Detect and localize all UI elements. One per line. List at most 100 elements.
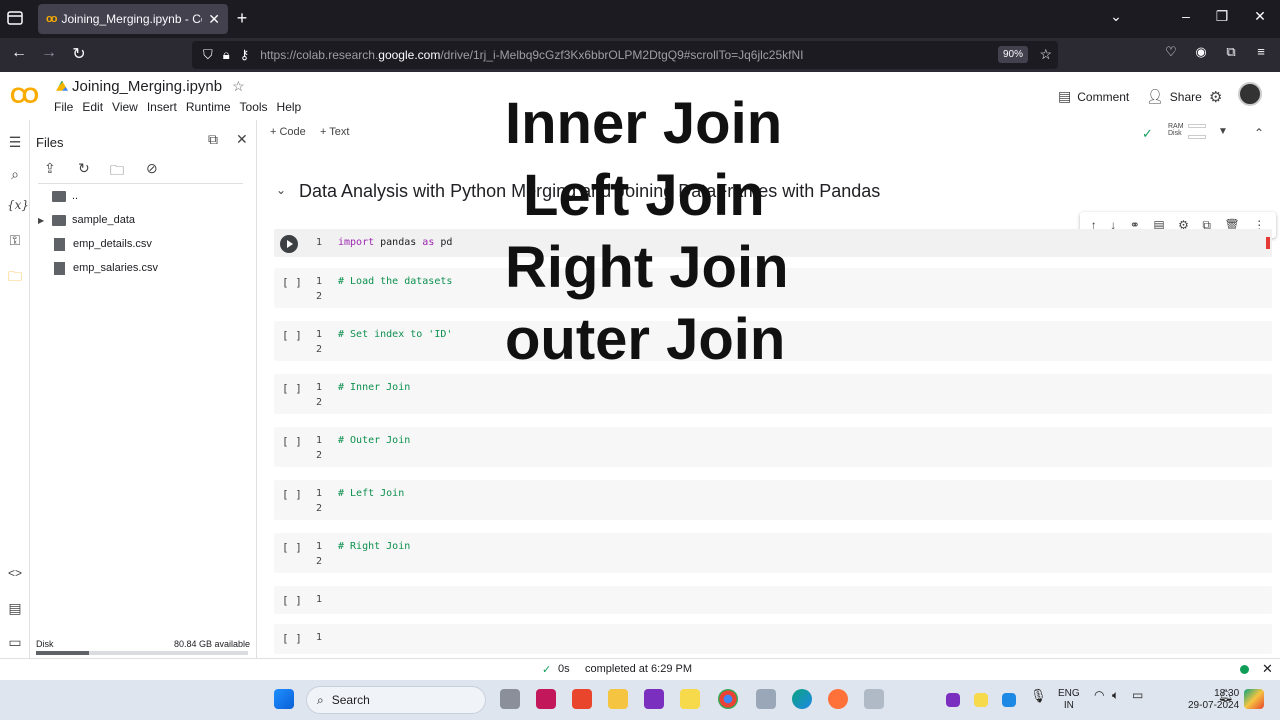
notepad-icon[interactable]	[756, 689, 776, 709]
runtime-dropdown-icon[interactable]: ▼	[1218, 126, 1228, 137]
code-cell[interactable]: [ ] 1 2 # Outer Join	[274, 427, 1272, 467]
cell-run-bracket[interactable]: [ ]	[282, 594, 302, 607]
file-item-emp-details[interactable]: emp_details.csv	[38, 236, 152, 252]
collapse-chevron-icon[interactable]: ⌃	[1254, 126, 1264, 140]
snipping-tool-icon[interactable]	[864, 689, 884, 709]
refresh-icon[interactable]: ↻	[78, 160, 90, 177]
code-cell[interactable]: [ ] 1 2 # Inner Join	[274, 374, 1272, 414]
file-explorer-icon[interactable]	[608, 689, 628, 709]
tray-defender-icon[interactable]	[1002, 693, 1016, 707]
add-code-button[interactable]: + Code	[270, 126, 306, 138]
start-windows-icon[interactable]	[274, 689, 294, 709]
tray-sticky-icon[interactable]	[974, 693, 988, 707]
chrome-icon[interactable]	[718, 689, 738, 709]
app-icon[interactable]	[536, 689, 556, 709]
ram-disk-indicator[interactable]: RAM Disk	[1168, 123, 1184, 137]
code-cell[interactable]: [ ] 1	[274, 624, 1272, 654]
cell-code[interactable]: # Right Join	[338, 541, 410, 552]
maximize-icon[interactable]: ❐	[1212, 8, 1232, 25]
account-icon[interactable]: ◉	[1190, 44, 1212, 60]
menu-runtime[interactable]: Runtime	[186, 100, 231, 114]
avatar[interactable]	[1238, 82, 1262, 106]
onenote-icon[interactable]	[644, 689, 664, 709]
table-of-contents-icon[interactable]: ☰	[7, 134, 23, 151]
cell-code[interactable]: # Left Join	[338, 488, 404, 499]
pocket-icon[interactable]: ♡	[1160, 44, 1182, 60]
cell-run-bracket[interactable]: [ ]	[282, 541, 302, 554]
cell-run-bracket[interactable]: [ ]	[282, 632, 302, 645]
file-item-sample-data[interactable]: ▶ sample_data	[38, 212, 135, 228]
taskbar-search[interactable]: ⌕ Search	[306, 686, 486, 714]
search-icon[interactable]: ⌕	[7, 166, 23, 183]
copilot-icon[interactable]	[1244, 689, 1264, 709]
open-in-tab-icon[interactable]: ⧉	[208, 131, 218, 148]
menu-icon[interactable]: ≡	[1250, 44, 1272, 59]
expand-arrow-icon[interactable]: ▶	[38, 216, 52, 225]
upload-icon[interactable]: ⇪	[44, 160, 56, 177]
firefox-icon[interactable]	[828, 689, 848, 709]
files-folder-icon[interactable]: 🗀︎	[7, 266, 23, 290]
battery-icon[interactable]: ▭	[1132, 688, 1143, 702]
back-icon[interactable]: ←	[8, 44, 30, 62]
cell-code[interactable]: # Inner Join	[338, 382, 410, 393]
tray-onenote-icon[interactable]	[946, 693, 960, 707]
url-bar[interactable]: ⛉ 🔒︎ ⚷ https://colab.research.google.com…	[192, 41, 1058, 69]
mount-drive-icon[interactable]: 🗀︎	[110, 160, 124, 184]
cell-run-bracket[interactable]: [ ]	[282, 488, 302, 501]
browser-tab[interactable]: oo Joining_Merging.ipynb - Colab ✕	[38, 4, 228, 34]
brave-browser-icon[interactable]	[572, 689, 592, 709]
cell-run-bracket[interactable]: [ ]	[282, 435, 302, 448]
cell-code[interactable]: # Outer Join	[338, 435, 410, 446]
code-cell[interactable]: [ ] 1	[274, 586, 1272, 614]
menu-tools[interactable]: Tools	[240, 100, 268, 114]
shield-icon[interactable]: ⛉	[203, 47, 213, 63]
terminal-icon[interactable]: ▭	[7, 634, 23, 651]
collapse-section-icon[interactable]: ⌄	[276, 183, 286, 197]
sticky-notes-icon[interactable]	[680, 689, 700, 709]
settings-gear-icon[interactable]: ⚙	[1209, 88, 1222, 106]
volume-icon[interactable]: 🔈︎	[1112, 688, 1119, 703]
star-icon[interactable]: ☆	[232, 78, 245, 95]
comment-button[interactable]: ▤ Comment	[1058, 88, 1129, 105]
menu-insert[interactable]: Insert	[147, 100, 177, 114]
permissions-icon[interactable]: ⚷	[240, 47, 250, 63]
task-view-icon[interactable]	[500, 689, 520, 709]
cell-run-bracket[interactable]: [ ]	[282, 276, 302, 289]
code-cell[interactable]: [ ] 1 2 # Right Join	[274, 533, 1272, 573]
cell-code[interactable]: import pandas as pd	[338, 237, 452, 248]
close-tab-icon[interactable]: ✕	[208, 11, 220, 28]
close-status-icon[interactable]: ✕	[1262, 661, 1273, 677]
cell-run-bracket[interactable]: [ ]	[282, 329, 302, 342]
extensions-icon[interactable]: ⧉	[1220, 44, 1242, 60]
close-panel-icon[interactable]: ✕	[236, 131, 248, 148]
zoom-level[interactable]: 90%	[997, 46, 1028, 63]
forward-icon[interactable]: →	[38, 44, 60, 62]
colab-logo[interactable]: CO	[10, 83, 39, 109]
reload-icon[interactable]: ↻	[68, 44, 90, 64]
lock-icon[interactable]: 🔒︎	[223, 47, 230, 63]
menu-edit[interactable]: Edit	[82, 100, 103, 114]
file-item-parent[interactable]: ..	[38, 188, 78, 204]
code-cell[interactable]: [ ] 1 2 # Left Join	[274, 480, 1272, 520]
cell-code[interactable]: # Load the datasets	[338, 276, 452, 287]
url-text[interactable]: https://colab.research.google.com/drive/…	[260, 48, 803, 62]
notifications-bell-icon[interactable]: 🔔︎	[1218, 688, 1233, 702]
minimize-icon[interactable]: –	[1176, 8, 1196, 24]
tab-list-icon[interactable]	[6, 9, 28, 29]
hide-files-icon[interactable]: ⊘	[146, 160, 158, 177]
tab-overflow-chevron-icon[interactable]: ⌄	[1106, 8, 1126, 25]
notebook-title[interactable]: Joining_Merging.ipynb	[72, 78, 222, 95]
variables-icon[interactable]: {x}	[7, 198, 29, 212]
new-tab-icon[interactable]: +	[232, 8, 252, 29]
menu-view[interactable]: View	[112, 100, 138, 114]
command-palette-icon[interactable]: ▤	[7, 600, 23, 617]
edge-icon[interactable]	[792, 689, 812, 709]
share-button[interactable]: 👤︎ Share	[1146, 88, 1202, 105]
menu-help[interactable]: Help	[277, 100, 302, 114]
secrets-key-icon[interactable]: ⚿	[7, 232, 23, 249]
wifi-icon[interactable]: ◠	[1094, 688, 1104, 702]
close-window-icon[interactable]: ✕	[1250, 8, 1270, 25]
menu-file[interactable]: File	[54, 100, 73, 114]
cell-run-bracket[interactable]: [ ]	[282, 382, 302, 395]
microphone-icon[interactable]: 🎙︎	[1030, 688, 1047, 704]
